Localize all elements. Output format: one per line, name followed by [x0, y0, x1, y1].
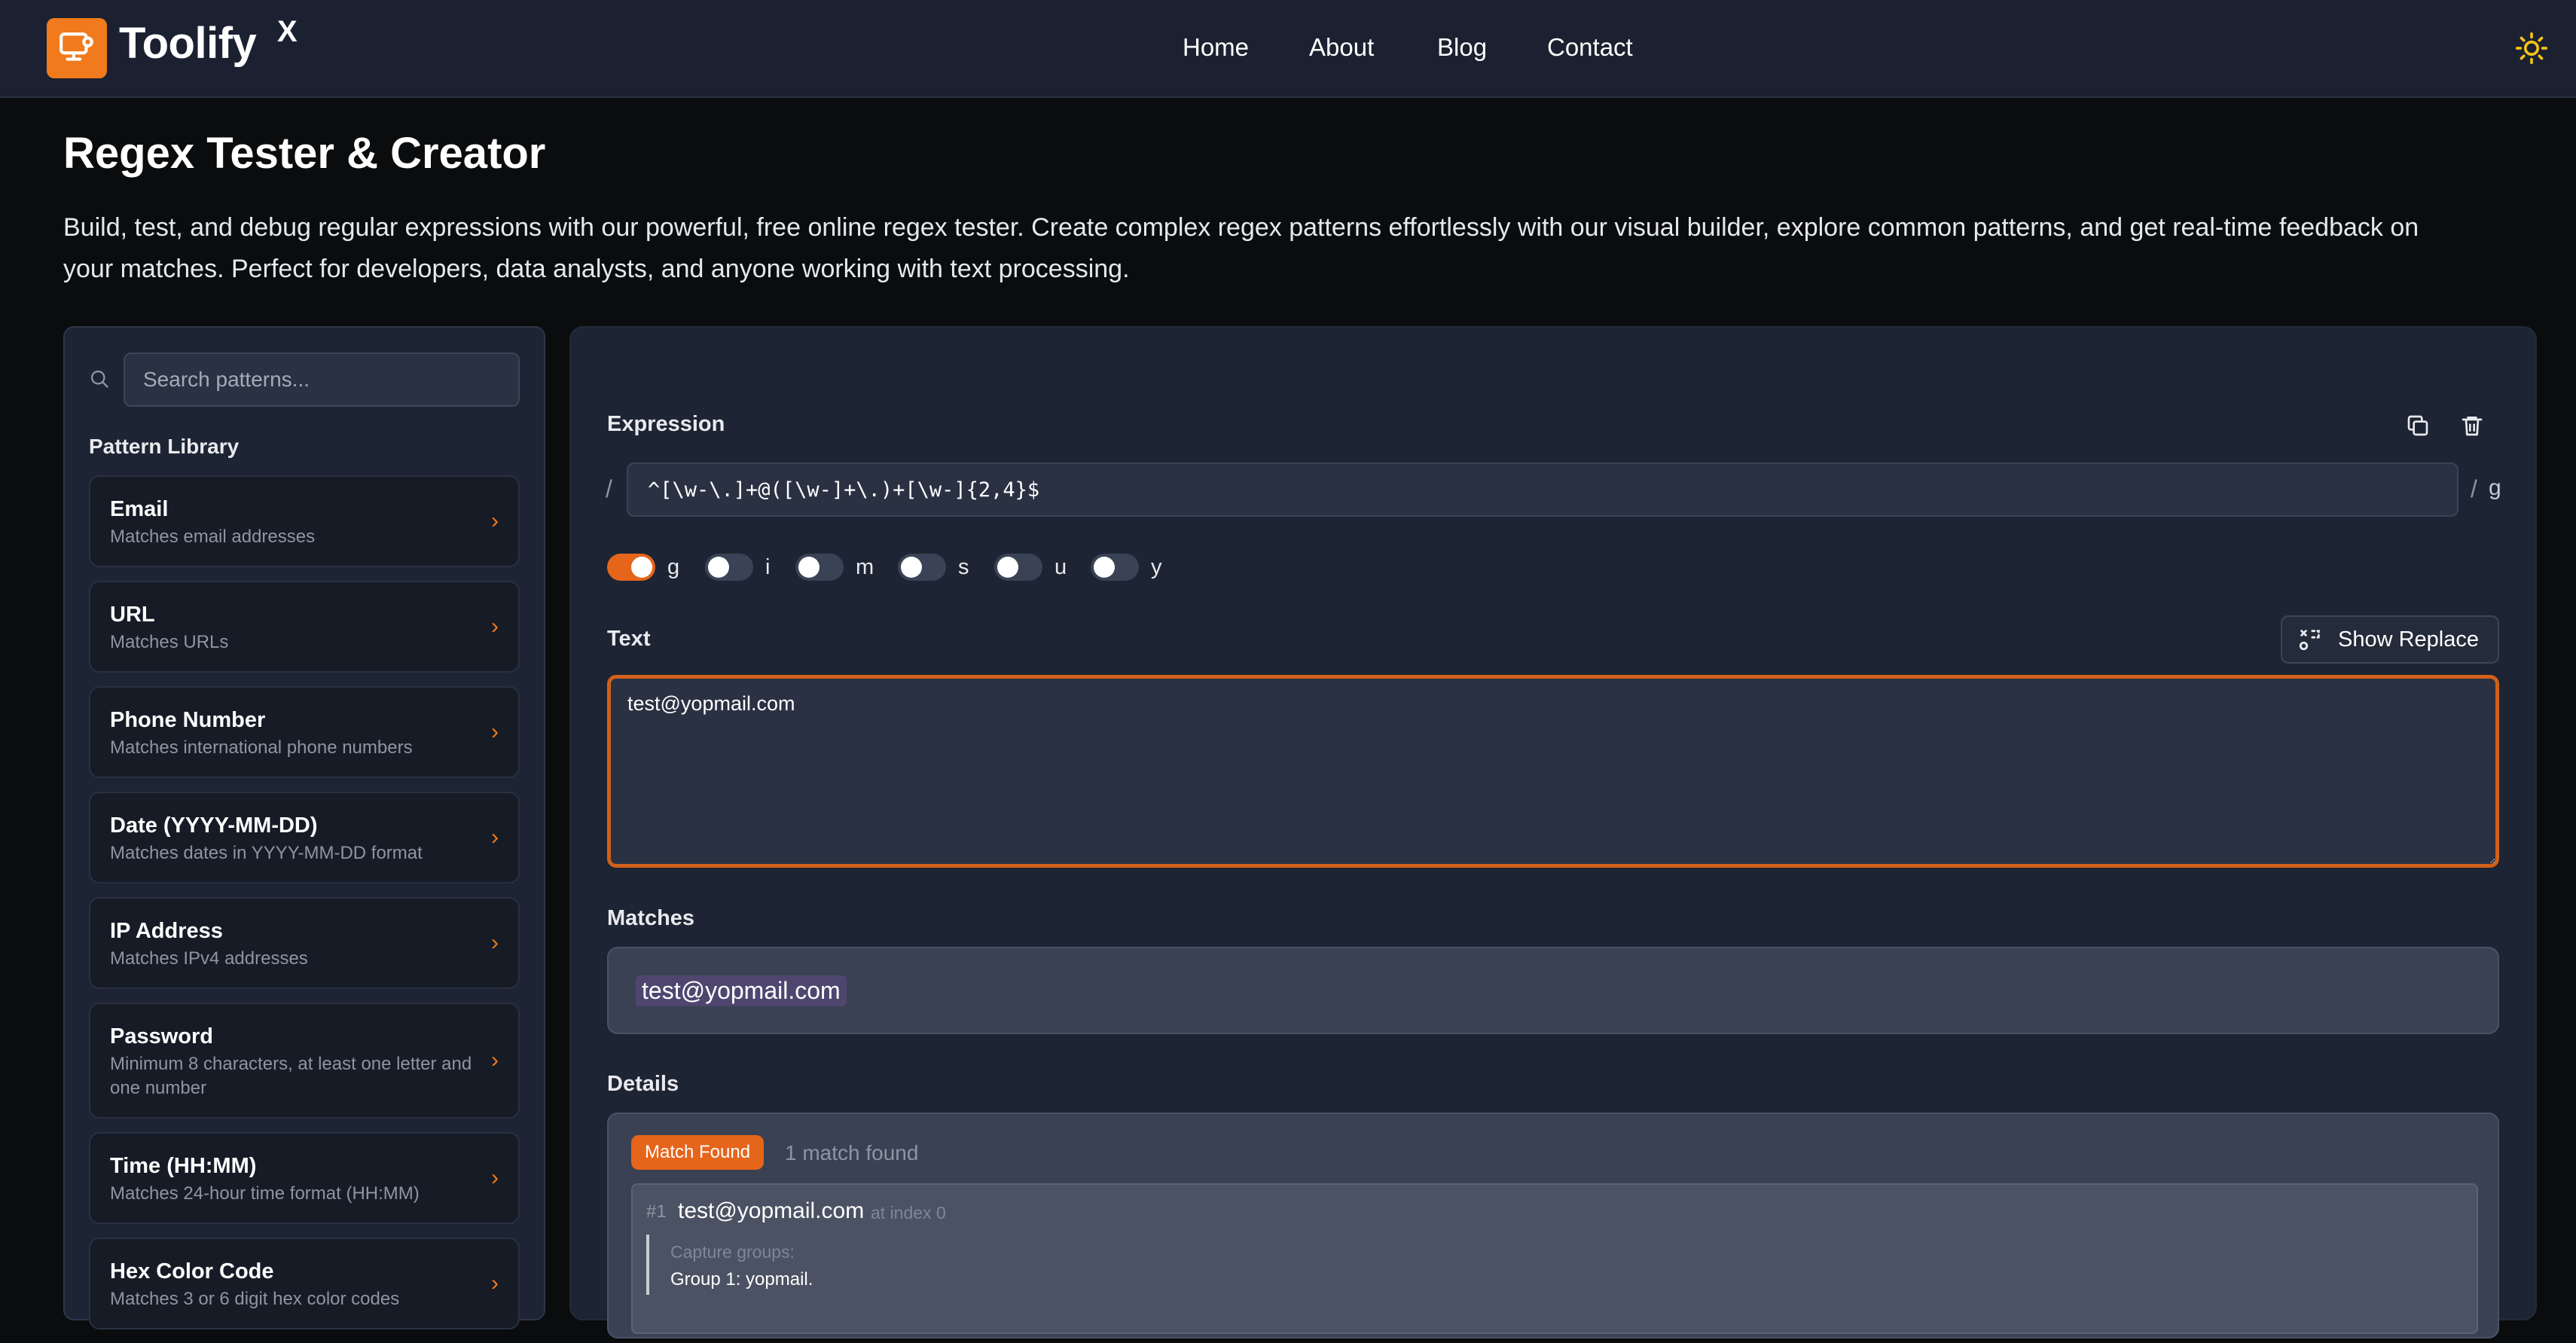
text-label: Text: [607, 627, 651, 651]
pattern-desc: Matches IPv4 addresses: [110, 948, 308, 969]
clear-button[interactable]: [2454, 407, 2490, 444]
match-found-badge: Match Found: [631, 1135, 765, 1170]
toggle-switch[interactable]: [795, 554, 844, 581]
match-value: test@yopmail.com: [678, 1198, 865, 1223]
nav-blog[interactable]: Blog: [1437, 33, 1487, 62]
copy-button[interactable]: [2400, 407, 2436, 444]
regex-close-slash: /: [2471, 475, 2477, 502]
capture-group-divider: [646, 1235, 649, 1295]
page-intro: Build, test, and debug regular expressio…: [63, 213, 2419, 283]
pattern-name: Password: [110, 1024, 213, 1048]
show-replace-label: Show Replace: [2338, 627, 2479, 652]
toggle-switch[interactable]: [1091, 554, 1139, 581]
show-replace-button[interactable]: Show Replace: [2281, 615, 2499, 664]
flag-label: i: [765, 555, 771, 579]
main-nav: Home About Blog Contact: [0, 33, 2576, 66]
capture-groups-title: Capture groups:: [670, 1242, 795, 1262]
pattern-item-phone[interactable]: Phone Number Matches international phone…: [89, 686, 520, 778]
pattern-item-time[interactable]: Time (HH:MM) Matches 24-hour time format…: [89, 1132, 520, 1224]
copy-icon: [2407, 415, 2428, 436]
match-number: #1: [646, 1201, 667, 1222]
regex-open-slash: /: [606, 475, 612, 502]
chevron-right-icon: ›: [491, 1048, 499, 1073]
pattern-item-ip[interactable]: IP Address Matches IPv4 addresses ›: [89, 897, 520, 989]
nav-about[interactable]: About: [1309, 33, 1374, 62]
pattern-sidebar: Pattern Library Email Matches email addr…: [63, 326, 545, 1329]
sun-icon: [2515, 32, 2548, 65]
pattern-name: Time (HH:MM): [110, 1154, 257, 1178]
search-icon: [90, 370, 108, 388]
pattern-desc: Matches 24-hour time format (HH:MM): [110, 1183, 420, 1204]
theme-toggle-button[interactable]: [2510, 26, 2553, 70]
replace-icon: [2299, 630, 2320, 651]
pattern-name: Date (YYYY-MM-DD): [110, 813, 318, 838]
expression-label: Expression: [607, 412, 725, 436]
test-text-area[interactable]: [607, 675, 2499, 868]
chevron-right-icon: ›: [491, 614, 499, 639]
matches-preview: test@yopmail.com: [607, 947, 2499, 1034]
pattern-desc: Matches dates in YYYY-MM-DD format: [110, 843, 423, 863]
toggle-switch[interactable]: [705, 554, 753, 581]
page-title: Regex Tester & Creator: [63, 129, 546, 178]
toggle-switch[interactable]: [607, 554, 655, 581]
flag-label: u: [1055, 555, 1067, 579]
pattern-search-input[interactable]: [124, 353, 520, 407]
top-navbar: Toolify X Home About Blog Contact: [0, 0, 2576, 98]
pattern-desc: Matches email addresses: [110, 527, 316, 547]
pattern-desc: Matches international phone numbers: [110, 737, 413, 758]
details-label: Details: [607, 1072, 679, 1096]
pattern-name: URL: [110, 603, 155, 627]
pattern-item-url[interactable]: URL Matches URLs ›: [89, 581, 520, 673]
pattern-item-hex-color[interactable]: Hex Color Code Matches 3 or 6 digit hex …: [89, 1238, 520, 1329]
flag-label: g: [667, 555, 680, 579]
trash-icon: [2462, 417, 2483, 436]
match-card: #1 test@yopmail.com at index 0 Capture g…: [631, 1183, 2478, 1334]
toggle-switch[interactable]: [898, 554, 946, 581]
match-count: 1 match found: [785, 1141, 919, 1164]
pattern-desc: Matches URLs: [110, 632, 229, 652]
chevron-right-icon: ›: [491, 930, 499, 955]
pattern-name: Hex Color Code: [110, 1259, 274, 1283]
flag-label: s: [958, 555, 969, 579]
matches-label: Matches: [607, 906, 695, 930]
regex-expression-input[interactable]: [627, 462, 2458, 517]
match-index: at index 0: [871, 1203, 946, 1222]
pattern-name: Phone Number: [110, 708, 266, 732]
nav-home[interactable]: Home: [1183, 33, 1249, 62]
pattern-library-title: Pattern Library: [89, 435, 240, 458]
chevron-right-icon: ›: [491, 1165, 499, 1190]
nav-contact[interactable]: Contact: [1547, 33, 1633, 62]
pattern-desc: Minimum 8 characters, at least one lette…: [110, 1054, 472, 1098]
chevron-right-icon: ›: [491, 508, 499, 533]
chevron-right-icon: ›: [491, 1271, 499, 1296]
flag-label: y: [1151, 555, 1162, 579]
pattern-item-password[interactable]: Password Minimum 8 characters, at least …: [89, 1003, 520, 1119]
pattern-list: Email Matches email addresses › URL Matc…: [89, 475, 520, 1343]
pattern-desc: Matches 3 or 6 digit hex color codes: [110, 1289, 400, 1309]
regex-editor-panel: Expression / / g g i m s: [569, 326, 2537, 1338]
pattern-name: Email: [110, 497, 169, 521]
toggle-switch[interactable]: [994, 554, 1042, 581]
chevron-right-icon: ›: [491, 825, 499, 850]
regex-flags-suffix: g: [2489, 475, 2501, 500]
flag-label: m: [856, 555, 874, 579]
capture-group-1: Group 1: yopmail.: [670, 1269, 813, 1290]
chevron-right-icon: ›: [491, 719, 499, 744]
pattern-name: IP Address: [110, 919, 223, 943]
match-details: Match Found 1 match found #1 test@yopmai…: [607, 1113, 2499, 1338]
match-highlight: test@yopmail.com: [636, 975, 847, 1006]
pattern-item-date[interactable]: Date (YYYY-MM-DD) Matches dates in YYYY-…: [89, 792, 520, 884]
pattern-item-email[interactable]: Email Matches email addresses ›: [89, 475, 520, 567]
